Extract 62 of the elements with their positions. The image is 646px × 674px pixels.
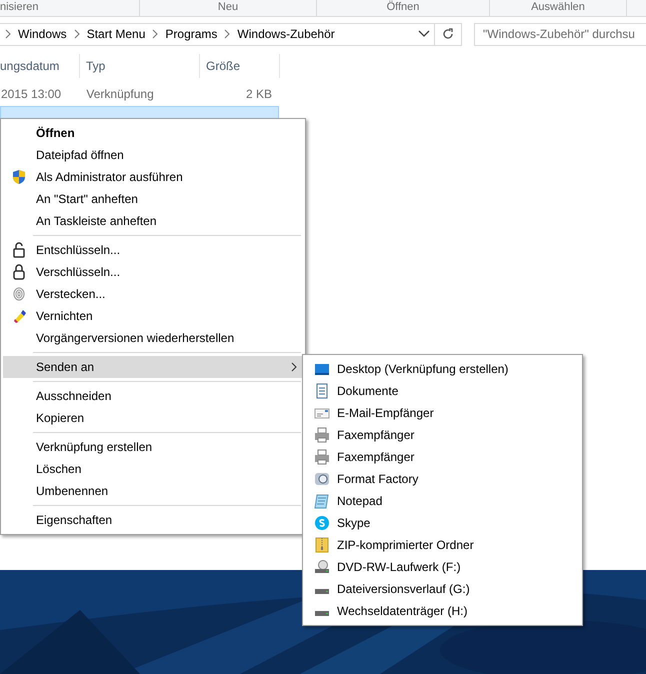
menu-item[interactable]: Vorgängerversionen wiederherstellen bbox=[3, 327, 303, 349]
breadcrumb-segment[interactable]: Start Menu bbox=[84, 27, 148, 41]
drive-icon bbox=[314, 611, 330, 616]
menu-item[interactable]: Dokumente bbox=[305, 380, 580, 402]
desktop-icon bbox=[314, 361, 330, 377]
menu-item[interactable]: Ausschneiden bbox=[3, 385, 303, 407]
file-row[interactable]: 2015 13:00 Verknüpfung 2 KB bbox=[0, 84, 279, 104]
menu-item[interactable]: Dateiversionsverlauf (G:) bbox=[305, 578, 580, 600]
chat-bubble-icon bbox=[314, 515, 330, 531]
shield-icon bbox=[11, 169, 27, 185]
menu-item[interactable]: Vernichten bbox=[3, 305, 303, 327]
breadcrumb-segment[interactable]: Programs bbox=[163, 27, 220, 41]
column-header[interactable]: Typ bbox=[80, 54, 200, 78]
fingerprint-icon bbox=[11, 286, 27, 302]
menu-item[interactable]: DVD-RW-Laufwerk (F:) bbox=[305, 556, 580, 578]
address-bar[interactable]: Windows Start Menu Programs Windows-Zubehör bbox=[0, 22, 462, 46]
menu-item[interactable]: Verknüpfung erstellen bbox=[3, 436, 303, 458]
printer-icon bbox=[314, 449, 330, 465]
menu-item[interactable]: Verstecken... bbox=[3, 283, 303, 305]
menu-item[interactable]: Entschlüsseln... bbox=[3, 239, 303, 261]
menu-item[interactable]: Als Administrator ausführen bbox=[3, 166, 303, 188]
breadcrumb-segment[interactable]: Windows-Zubehör bbox=[235, 27, 337, 41]
menu-item[interactable]: Öffnen bbox=[3, 122, 303, 144]
menu-item[interactable]: Faxempfänger bbox=[305, 446, 580, 468]
refresh-icon bbox=[441, 27, 455, 41]
chevron-down-icon bbox=[418, 30, 430, 38]
notepad-icon bbox=[314, 493, 330, 509]
menu-item[interactable]: An "Start" anheften bbox=[3, 188, 303, 210]
zip-folder-icon bbox=[314, 537, 330, 553]
menu-item[interactable]: Notepad bbox=[305, 490, 580, 512]
document-icon bbox=[314, 383, 330, 399]
table-cell-text: Verknüpfung bbox=[85, 86, 155, 103]
menu-item[interactable]: Format Factory bbox=[305, 468, 580, 490]
breadcrumb-segment[interactable]: Windows bbox=[16, 27, 69, 41]
column-header[interactable]: ungsdatum bbox=[0, 54, 80, 78]
menu-item[interactable]: Löschen bbox=[3, 458, 303, 480]
menu-item[interactable]: An Taskleiste anheften bbox=[3, 210, 303, 232]
menu-item[interactable]: Skype bbox=[305, 512, 580, 534]
unlocked-padlock-icon bbox=[11, 242, 27, 258]
ribbon-group-label: Öffnen bbox=[317, 0, 490, 16]
printer-icon bbox=[314, 427, 330, 443]
menu-item[interactable]: Umbenennen bbox=[3, 480, 303, 502]
padlock-icon bbox=[11, 264, 27, 280]
ribbon-group-label: Auswählen bbox=[490, 0, 627, 16]
ribbon-group-label: Neu bbox=[140, 0, 317, 16]
menu-item[interactable]: Kopieren bbox=[3, 407, 303, 429]
menu-item[interactable]: Eigenschaften bbox=[3, 509, 303, 531]
menu-item[interactable]: Verschlüsseln... bbox=[3, 261, 303, 283]
menu-item[interactable]: Faxempfänger bbox=[305, 424, 580, 446]
menu-item[interactable]: Wechseldatenträger (H:) bbox=[305, 600, 580, 622]
menu-item[interactable]: Senden an bbox=[3, 356, 303, 378]
drive-icon bbox=[314, 589, 330, 594]
ribbon-group-label: nisieren bbox=[0, 0, 140, 16]
menu-item[interactable]: Desktop (Verknüpfung erstellen) bbox=[305, 358, 580, 380]
disc-drive-icon bbox=[314, 559, 330, 575]
menu-item[interactable]: Dateipfad öffnen bbox=[3, 144, 303, 166]
column-header[interactable]: Größe bbox=[200, 54, 280, 78]
table-cell-text: 2 KB bbox=[244, 86, 273, 103]
table-cell-text: 2015 13:00 bbox=[1, 86, 62, 103]
menu-item[interactable]: E-Mail-Empfänger bbox=[305, 402, 580, 424]
menu-item[interactable]: ZIP-komprimierter Ordner bbox=[305, 534, 580, 556]
search-field[interactable]: "Windows-Zubehör" durchsu bbox=[474, 22, 646, 46]
